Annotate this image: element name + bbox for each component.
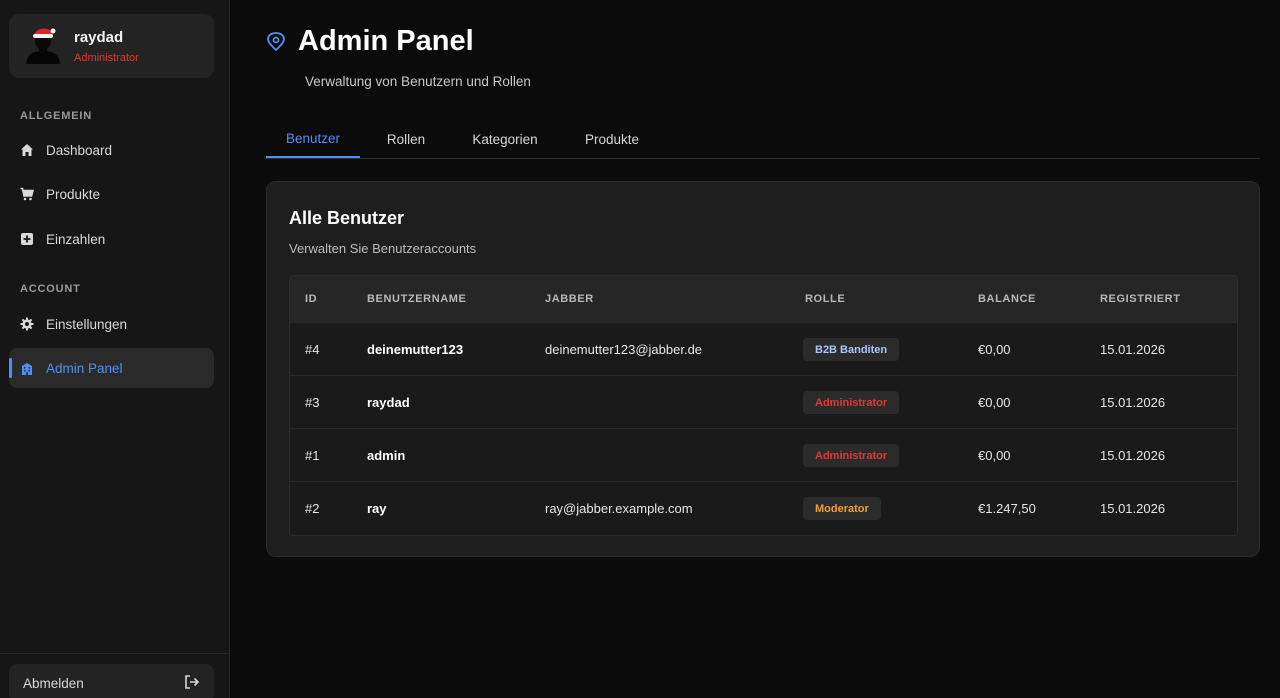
page-subtitle: Verwaltung von Benutzern und Rollen	[305, 74, 531, 89]
sidebar-item-label: Admin Panel	[46, 360, 123, 376]
table-row[interactable]: #4 deinemutter123 deinemutter123@jabber.…	[290, 322, 1237, 375]
role-badge: B2B Banditen	[803, 338, 900, 361]
column-header-balance[interactable]: BALANCE	[978, 276, 1036, 322]
sidebar-item-label: Dashboard	[46, 142, 113, 158]
cell-balance: €0,00	[978, 395, 1011, 410]
cell-role: B2B Banditen	[803, 323, 900, 376]
cell-username: ray	[367, 501, 387, 516]
cart-icon	[20, 187, 34, 201]
sidebar-item-einstellungen[interactable]: Einstellungen	[9, 304, 214, 344]
cell-balance: €1.247,50	[978, 501, 1036, 516]
cell-balance: €0,00	[978, 342, 1011, 357]
cell-registered: 15.01.2026	[1100, 395, 1166, 410]
home-icon	[20, 143, 34, 157]
cell-registered: 15.01.2026	[1100, 342, 1166, 357]
cell-role: Moderator	[803, 482, 881, 535]
sidebar-item-einzahlen[interactable]: Einzahlen	[9, 219, 214, 259]
cell-balance: €0,00	[978, 448, 1011, 463]
card-subtitle: Verwalten Sie Benutzeraccounts	[289, 241, 477, 256]
section-label-account: ACCOUNT	[20, 283, 81, 295]
gear-icon	[20, 317, 34, 331]
column-header-role[interactable]: ROLLE	[805, 276, 845, 322]
table-row[interactable]: #3 raydad Administrator €0,00 15.01.2026	[290, 375, 1237, 428]
logout-icon	[184, 674, 200, 692]
user-card[interactable]: raydad Administrator	[9, 14, 214, 78]
table-header: ID BENUTZERNAME JABBER ROLLE BALANCE REG…	[290, 276, 1237, 322]
column-header-jabber[interactable]: JABBER	[545, 276, 594, 322]
column-header-username[interactable]: BENUTZERNAME	[367, 276, 466, 322]
tab-rollen[interactable]: Rollen	[370, 120, 442, 158]
cell-role: Administrator	[803, 429, 900, 482]
cell-username: admin	[367, 448, 406, 463]
role-badge: Administrator	[803, 444, 900, 467]
section-label-allgemein: ALLGEMEIN	[20, 110, 92, 122]
cell-id: #3	[305, 395, 320, 410]
sidebar-item-label: Produkte	[46, 186, 101, 202]
sidebar-item-produkte[interactable]: Produkte	[9, 174, 214, 214]
tab-benutzer[interactable]: Benutzer	[266, 120, 360, 158]
user-name: raydad	[74, 29, 124, 46]
tab-kategorien[interactable]: Kategorien	[462, 120, 548, 158]
tab-bar: Benutzer Rollen Kategorien Produkte	[266, 120, 1260, 159]
cell-id: #2	[305, 501, 320, 516]
column-header-id[interactable]: ID	[305, 276, 317, 322]
sidebar: raydad Administrator ALLGEMEIN Dashboard…	[0, 0, 230, 698]
plus-square-icon	[20, 232, 34, 246]
sidebar-item-label: Einzahlen	[46, 231, 106, 247]
sidebar-item-label: Einstellungen	[46, 316, 128, 332]
cell-registered: 15.01.2026	[1100, 448, 1166, 463]
cell-username: raydad	[367, 395, 410, 410]
cell-role: Administrator	[803, 376, 900, 429]
map-pin-icon	[267, 32, 285, 52]
cell-jabber: deinemutter123@jabber.de	[545, 342, 703, 357]
page-title: Admin Panel	[298, 25, 474, 57]
divider	[0, 653, 229, 654]
table-row[interactable]: #2 ray ray@jabber.example.com Moderator …	[290, 481, 1237, 534]
user-role: Administrator	[74, 52, 139, 64]
sidebar-item-admin-panel[interactable]: Admin Panel	[9, 348, 214, 388]
role-badge: Moderator	[803, 497, 881, 520]
users-card: Alle Benutzer Verwalten Sie Benutzeracco…	[266, 181, 1260, 557]
building-icon	[20, 361, 34, 375]
table-row[interactable]: #1 admin Administrator €0,00 15.01.2026	[290, 428, 1237, 481]
cell-username: deinemutter123	[367, 342, 464, 357]
logout-label: Abmelden	[23, 675, 84, 691]
tab-produkte[interactable]: Produkte	[572, 120, 652, 158]
sidebar-item-dashboard[interactable]: Dashboard	[9, 130, 214, 170]
column-header-registered[interactable]: REGISTRIERT	[1100, 276, 1181, 322]
cell-id: #1	[305, 448, 320, 463]
logout-button[interactable]: Abmelden	[9, 664, 214, 698]
card-title: Alle Benutzer	[289, 208, 405, 228]
cell-jabber: ray@jabber.example.com	[545, 501, 693, 516]
role-badge: Administrator	[803, 391, 900, 414]
cell-id: #4	[305, 342, 320, 357]
users-table: ID BENUTZERNAME JABBER ROLLE BALANCE REG…	[289, 275, 1238, 536]
cell-registered: 15.01.2026	[1100, 501, 1166, 516]
avatar	[26, 28, 60, 64]
